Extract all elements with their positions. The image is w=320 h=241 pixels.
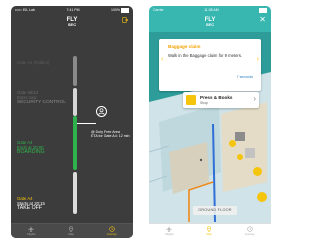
carrier-label: Carrier: [153, 8, 164, 12]
app-logo: FLY SEC: [11, 17, 133, 27]
exit-icon[interactable]: [122, 17, 128, 23]
connector-line: [77, 123, 96, 124]
previous-step-icon[interactable]: ‹: [161, 56, 163, 63]
card-time: 7 seconds: [236, 75, 253, 79]
step-text: BOARDING: [17, 149, 45, 156]
timeline-track-current: [73, 116, 77, 170]
journey-step: Gate A4 (hidden): [17, 60, 50, 65]
poi-subtitle: Shop: [200, 101, 208, 105]
location-note: @ Duty Free Area ETA for Gate A4: 12 min: [91, 130, 131, 139]
journey-step-current: Gate A4 Ends at 20:00 BOARDING: [17, 140, 45, 156]
tab-label: Map: [68, 232, 74, 236]
card-body: Walk in the Baggage claim for 9 meters.: [168, 53, 243, 58]
tab-label: Flights: [165, 232, 174, 236]
tab-label: Map: [206, 232, 212, 236]
map-marker-icon[interactable]: [237, 154, 243, 160]
next-step-icon[interactable]: ›: [257, 56, 259, 63]
tab-map[interactable]: Map: [206, 226, 212, 236]
journey-step: Gate 68/12 Enter now: [17, 90, 38, 100]
step-text: TAKE OFF: [17, 205, 42, 212]
map-screen: Carrier 11:38 AM FLY SEC ✕ ‹ Baggage cla…: [149, 6, 271, 238]
tab-bar: Flights Map Journey: [149, 223, 271, 238]
tab-label: Journey: [106, 232, 117, 236]
status-right: [258, 7, 267, 13]
chevron-right-icon: ›: [253, 94, 256, 103]
floor-selector[interactable]: GROUND FLOOR: [193, 206, 237, 215]
brand-sub: SEC: [67, 22, 77, 27]
battery-icon: [258, 7, 267, 13]
compass-button[interactable]: [257, 192, 267, 202]
app-logo: FLY SEC: [149, 17, 271, 27]
battery-label: 100%: [111, 8, 120, 12]
poi-card[interactable]: Press & Books Shop ›: [183, 92, 259, 108]
direction-card: ‹ Baggage claim Walk in the Baggage clai…: [159, 39, 261, 91]
brand-sub: SEC: [205, 22, 215, 27]
tab-label: Flights: [27, 232, 36, 236]
step-title: Gate A4 (hidden): [17, 60, 50, 65]
journey-screen: ••••○ EIL Lab 7:41 PM 100% FLY SEC Gate …: [11, 6, 133, 238]
journey-step: Gate A4 Starts at 20:15 TAKE OFF: [17, 196, 45, 212]
status-bar: ••••○ EIL Lab 7:41 PM 100%: [11, 6, 133, 14]
tab-bar: Flights Map Journey: [11, 223, 133, 238]
tab-flights[interactable]: Flights: [27, 226, 36, 236]
map-marker-icon[interactable]: [229, 140, 236, 147]
journey-step: SECURITY CONTROL: [17, 100, 66, 105]
tab-flights[interactable]: Flights: [165, 226, 174, 236]
tab-map[interactable]: Map: [68, 226, 74, 236]
eta-line: ETA for Gate A4: 12 min: [91, 134, 130, 139]
tab-journey[interactable]: Journey: [107, 226, 117, 236]
timeline-track-done: [73, 56, 77, 86]
battery-icon: [121, 7, 129, 13]
tab-label: Journey: [244, 232, 255, 236]
person-glyph-icon: [98, 108, 105, 115]
close-icon[interactable]: ✕: [259, 16, 266, 24]
tab-journey[interactable]: Journey: [245, 226, 255, 236]
status-bar: Carrier 11:38 AM: [149, 6, 271, 14]
carrier-label: ••••○ EIL Lab: [15, 8, 35, 12]
status-time: 7:41 PM: [66, 8, 80, 12]
timeline-track-upcoming: [73, 172, 77, 214]
card-title: Baggage claim: [168, 44, 201, 49]
timeline-track-past: [73, 88, 77, 116]
status-right: 100%: [111, 7, 129, 13]
status-time: 11:38 AM: [204, 8, 219, 12]
poi-title: Press & Books: [200, 95, 233, 100]
shop-icon: [186, 95, 196, 105]
locate-me-button[interactable]: [253, 167, 262, 176]
step-text: SECURITY CONTROL: [17, 100, 66, 105]
person-icon[interactable]: [96, 106, 107, 117]
